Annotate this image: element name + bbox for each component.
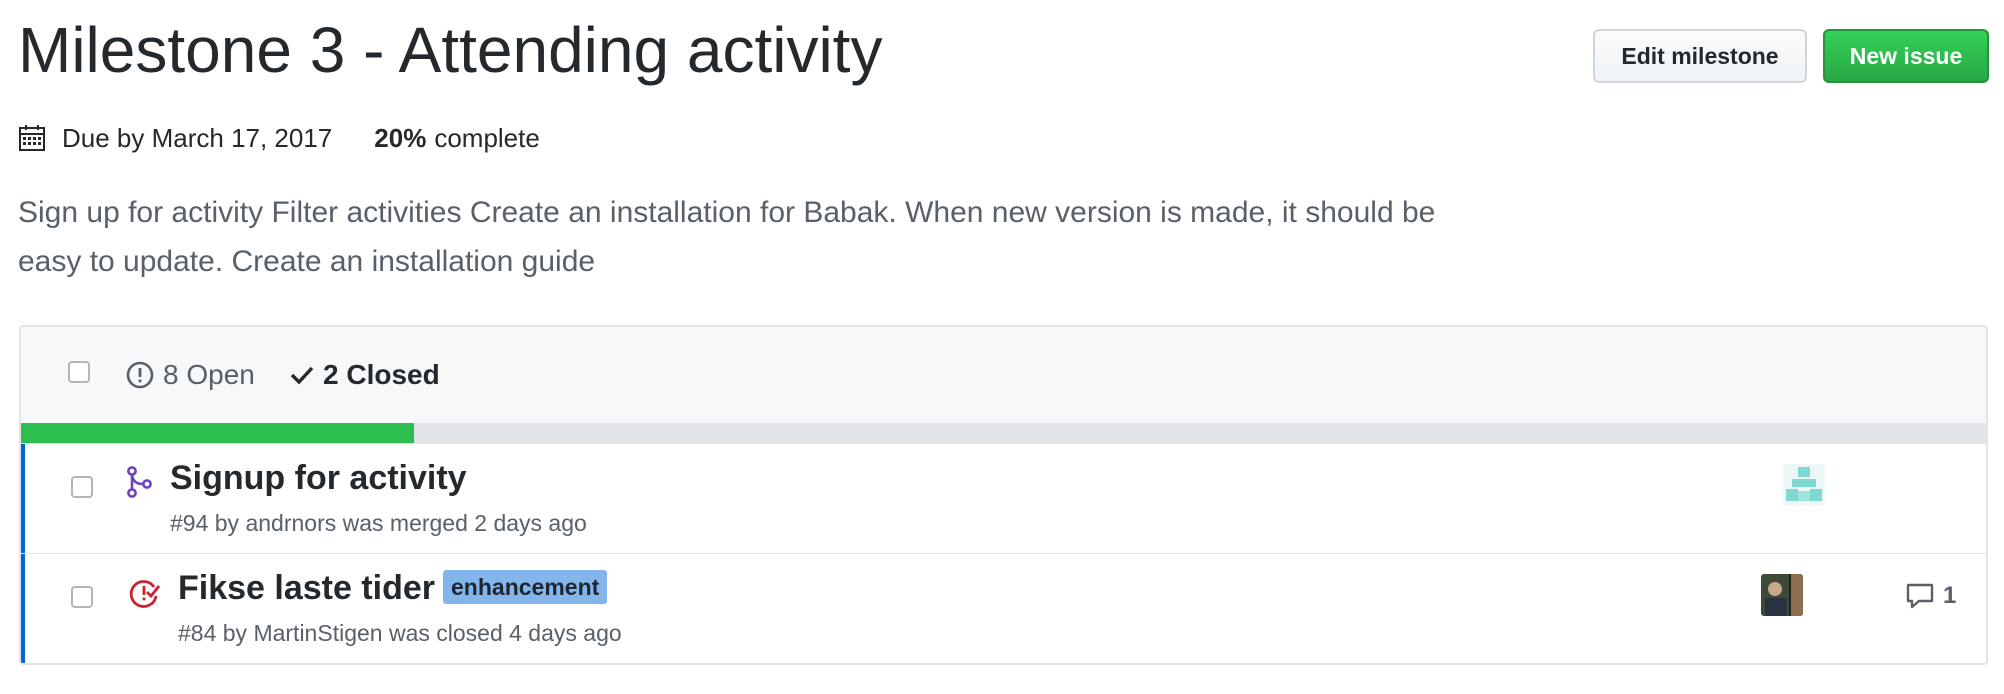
comment-count: 1 [1943,582,1957,609]
merged-pr-icon [127,466,152,498]
percent-complete: 20% [374,122,427,153]
avatar[interactable] [1783,464,1825,506]
issue-row[interactable]: Signup for activity #94 by andrnors was … [21,443,1986,553]
issue-title-text[interactable]: Fikse laste tider [178,569,435,607]
issue-meta: #84 by MartinStigen was closed 4 days ag… [178,620,622,646]
milestone-meta: Due by March 17, 2017 20% complete [18,118,540,158]
open-issues-tab[interactable]: 8 Open [125,355,255,395]
identicon-icon [1786,467,1822,501]
issue-checkbox[interactable] [71,476,93,498]
select-all-checkbox[interactable] [68,361,90,383]
issue-checkbox[interactable] [71,586,93,608]
avatar[interactable] [1761,574,1803,616]
closed-issues-tab[interactable]: 2 Closed [289,355,440,395]
closed-issues-count: 2 Closed [323,359,440,390]
check-icon [290,366,314,385]
issues-list-header: 8 Open 2 Closed [21,327,1986,423]
enhancement-label[interactable]: enhancement [443,570,608,604]
issues-list: 8 Open 2 Closed Signup for activity #94 … [19,325,1988,665]
row-indicator [21,554,25,663]
comment-icon [1906,583,1934,609]
user-photo-icon [1761,574,1803,616]
row-indicator [21,444,25,553]
closed-issue-icon [129,580,160,608]
edit-milestone-button[interactable]: Edit milestone [1593,29,1807,83]
comments-link[interactable]: 1 [1905,582,1956,610]
issue-title[interactable]: Fikse laste tider enhancement [178,568,608,608]
due-date: Due by March 17, 2017 [62,122,333,153]
calendar-icon [19,125,45,151]
milestone-description: Sign up for activity Filter activities C… [18,196,1436,278]
open-issues-count: 8 Open [163,359,255,390]
milestone-progress-bar [21,423,1986,443]
milestone-progress-fill [21,423,414,443]
issue-row[interactable]: Fikse laste tider enhancement #84 by Mart… [21,553,1986,663]
new-issue-button[interactable]: New issue [1823,29,1989,83]
issue-meta: #94 by andrnors was merged 2 days ago [170,510,587,536]
issue-title[interactable]: Signup for activity [170,458,467,498]
page-title: Milestone 3 - Attending activity [18,14,883,86]
issue-title-text[interactable]: Signup for activity [170,459,467,497]
open-issue-icon [126,361,154,389]
percent-complete-label: complete [434,122,540,153]
